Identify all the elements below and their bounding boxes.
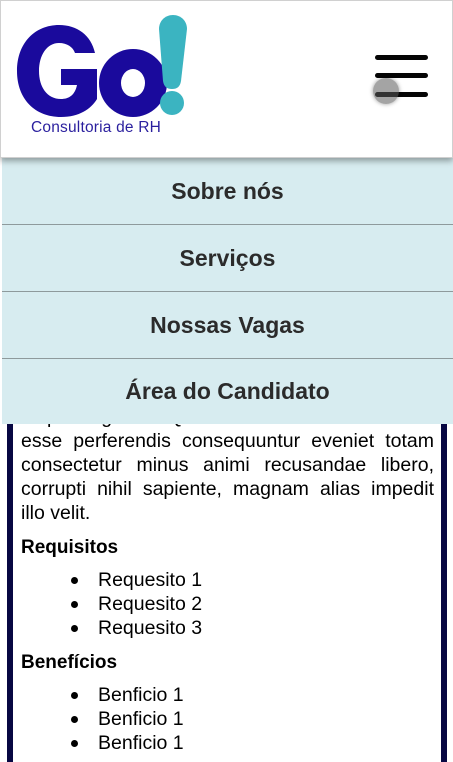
logo-subtitle: Consultoria de RH: [31, 119, 162, 136]
hamburger-menu-icon[interactable]: [373, 53, 429, 104]
menu-bar: [375, 55, 428, 60]
list-item: Benficio 1: [71, 731, 434, 755]
bullet-icon: [71, 625, 78, 632]
page: adipisicing elit. Quasi ducimus veritati…: [0, 0, 453, 762]
list-item: Requesito 3: [71, 616, 434, 640]
nav-item-nossas-vagas[interactable]: Nossas Vagas: [2, 292, 453, 359]
list-item: Requesito 2: [71, 592, 434, 616]
requirements-list: Requesito 1 Requesito 2 Requesito 3: [21, 568, 434, 640]
job-details: adipisicing elit. Quasi ducimus veritati…: [21, 405, 434, 755]
nav-item-sobre-nos[interactable]: Sobre nós: [2, 158, 453, 225]
bullet-icon: [71, 716, 78, 723]
benefits-list: Benficio 1 Benficio 1 Benficio 1: [21, 683, 434, 755]
touch-indicator: [373, 78, 399, 104]
nav-item-servicos[interactable]: Serviços: [2, 225, 453, 292]
bullet-icon: [71, 740, 78, 747]
bullet-icon: [71, 577, 78, 584]
list-item: Benficio 1: [71, 707, 434, 731]
site-header: Consultoria de RH: [0, 0, 453, 158]
benefits-title: Benefícios: [21, 652, 118, 673]
list-item: Benficio 1: [71, 683, 434, 707]
bullet-icon: [71, 601, 78, 608]
mobile-nav-menu: Sobre nós Serviços Nossas Vagas Área do …: [2, 158, 453, 424]
bullet-icon: [71, 692, 78, 699]
logo[interactable]: Consultoria de RH: [15, 13, 200, 139]
logo-mark: [17, 15, 187, 117]
list-item: Requesito 1: [71, 568, 434, 592]
nav-item-area-do-candidato[interactable]: Área do Candidato: [2, 359, 453, 424]
requirements-title: Requisitos: [21, 537, 119, 558]
